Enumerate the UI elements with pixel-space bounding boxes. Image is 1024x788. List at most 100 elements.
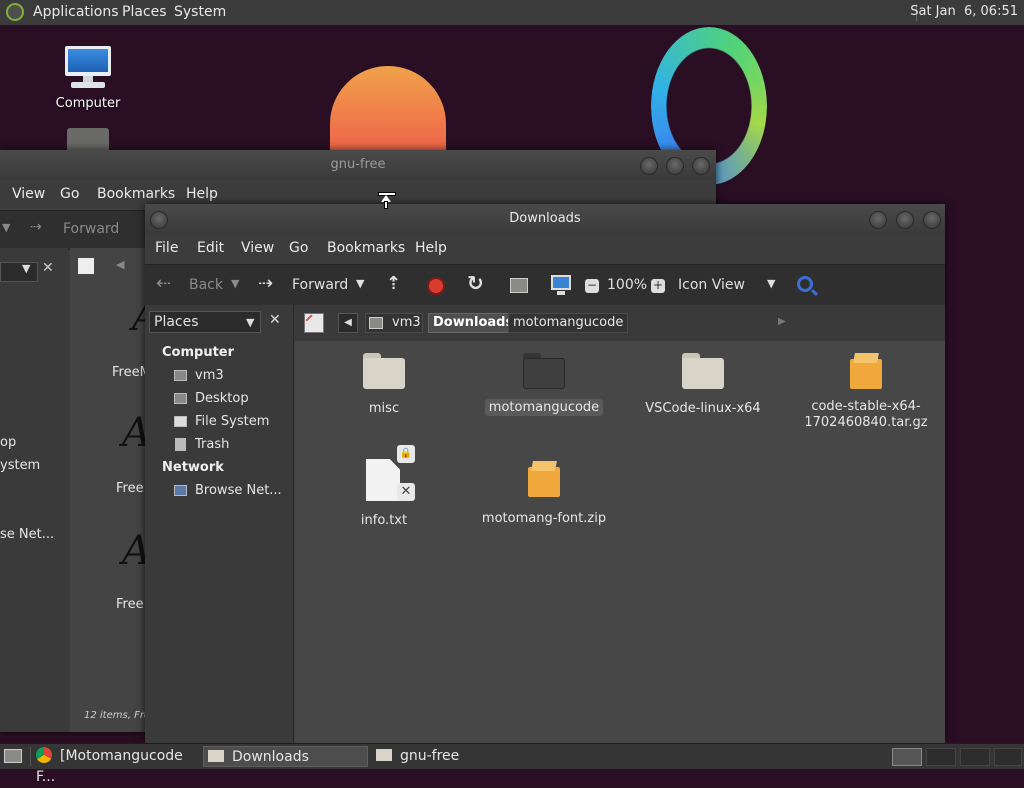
sidebar-item-desktop[interactable]: op <box>0 435 16 450</box>
maximize-button[interactable] <box>666 157 684 175</box>
font-file-label[interactable]: Free <box>116 597 144 612</box>
sidebar-item-browse-network[interactable]: Browse Net... <box>195 483 282 498</box>
zoom-out-icon[interactable]: − <box>585 279 599 293</box>
applications-menu[interactable]: Applications <box>33 4 119 20</box>
chrome-icon <box>36 747 52 763</box>
sidebar-item-trash[interactable]: Trash <box>195 437 229 452</box>
computer-icon[interactable] <box>551 275 571 290</box>
lock-icon: 🔒 <box>397 445 415 463</box>
zoom-in-icon[interactable]: + <box>651 279 665 293</box>
menu-bookmarks[interactable]: Bookmarks <box>97 186 175 202</box>
computer-icon <box>65 46 111 90</box>
menu-go[interactable]: Go <box>60 186 79 202</box>
menu-help[interactable]: Help <box>186 186 218 202</box>
task-downloads[interactable]: Downloads <box>203 746 368 767</box>
sidebar-item-vm3[interactable]: vm3 <box>195 368 224 383</box>
places-selector[interactable] <box>0 262 38 282</box>
task-motomangucode[interactable]: [Motomangucode F... <box>36 746 200 785</box>
titlebar[interactable]: Downloads <box>145 204 945 234</box>
titlebar[interactable]: gnu-free <box>0 150 716 180</box>
close-button[interactable] <box>923 211 941 229</box>
menubar: File Edit View Go Bookmarks Help <box>145 234 945 264</box>
back-button[interactable]: Back <box>189 277 223 293</box>
breadcrumb-left-icon[interactable]: ◀ <box>116 258 124 271</box>
zoom-level[interactable]: 100% <box>607 277 647 293</box>
breadcrumb-motomangucode[interactable]: motomangucode <box>508 313 629 333</box>
task-gnu-free[interactable]: gnu-free <box>372 746 532 767</box>
edit-location-icon[interactable] <box>78 258 94 274</box>
menu-view[interactable]: View <box>241 240 274 256</box>
up-icon[interactable]: ⇡ <box>386 273 401 294</box>
home-icon[interactable] <box>510 278 528 293</box>
forward-arrow-icon[interactable]: ⇢ <box>258 273 273 294</box>
menu-bookmarks[interactable]: Bookmarks <box>327 240 405 256</box>
reload-icon[interactable]: ↻ <box>467 271 484 295</box>
sidebar-item-file-system[interactable]: File System <box>195 414 269 429</box>
places-selector[interactable]: Places ▼ <box>149 311 261 333</box>
back-dropdown-icon[interactable]: ▼ <box>2 221 10 234</box>
desktop-icon-computer[interactable]: Computer <box>50 46 126 111</box>
close-button[interactable] <box>692 157 710 175</box>
clock[interactable]: Sat Jan 6, 06:51 <box>910 4 1018 19</box>
window-title: gnu-free <box>330 157 386 172</box>
window-title: Downloads <box>509 211 581 226</box>
chevron-down-icon: ▼ <box>246 316 255 329</box>
close-pane-icon[interactable]: ✕ <box>42 260 54 276</box>
maximize-button[interactable] <box>896 211 914 229</box>
stop-icon[interactable] <box>427 277 445 295</box>
workspace-4[interactable] <box>994 748 1022 766</box>
status-bar: 12 items, Fre <box>84 710 151 721</box>
show-desktop-icon[interactable] <box>4 749 22 763</box>
forward-button[interactable]: Forward <box>292 277 348 293</box>
menu-file[interactable]: File <box>155 240 178 256</box>
system-menu[interactable]: System <box>174 4 226 20</box>
toolbar: ⇠ Back ▼ ⇢ Forward ▼ ⇡ ↻ − 100% + Icon V… <box>145 264 945 306</box>
top-panel: Applications Places System Sat Jan 6, 06… <box>0 0 1024 26</box>
chevron-down-icon[interactable]: ▼ <box>767 277 775 290</box>
breadcrumb-downloads[interactable]: Downloads <box>428 313 519 333</box>
sidebar-item-browse-network[interactable]: se Net... <box>0 527 54 542</box>
file-item-info-txt[interactable]: info.txt <box>319 459 449 528</box>
distro-logo-icon[interactable] <box>6 3 24 21</box>
folder-icon <box>523 353 565 389</box>
home-folder-icon[interactable] <box>67 128 109 150</box>
workspace-3[interactable] <box>960 748 990 766</box>
close-pane-icon[interactable]: ✕ <box>269 312 281 328</box>
menu-go[interactable]: Go <box>289 240 308 256</box>
chevron-down-icon: ▼ <box>22 262 31 275</box>
file-item-motomang-font-zip[interactable]: motomang-font.zip <box>479 459 609 526</box>
forward-arrow-icon[interactable]: ⇢ <box>30 219 42 235</box>
places-menu[interactable]: Places <box>122 4 167 20</box>
minimize-button[interactable] <box>640 157 658 175</box>
sidebar-item-file-system[interactable]: ystem <box>0 458 40 473</box>
file-item-misc[interactable]: misc <box>319 353 449 416</box>
menu-help[interactable]: Help <box>415 240 447 256</box>
task-label: [Motomangucode F... <box>36 748 183 785</box>
minimize-button[interactable] <box>869 211 887 229</box>
folder-icon <box>376 749 392 761</box>
view-mode-select[interactable]: Icon View <box>678 277 745 293</box>
file-item-motomangucode[interactable]: motomangucode <box>479 353 609 416</box>
search-icon-handle <box>810 288 819 297</box>
edit-location-icon[interactable] <box>304 313 324 333</box>
font-file-label[interactable]: Free <box>116 481 144 496</box>
workspace-2[interactable] <box>926 748 956 766</box>
file-label: motomangucode <box>484 399 604 416</box>
breadcrumb-left-icon[interactable]: ◀ <box>338 313 358 333</box>
archive-icon <box>526 459 562 497</box>
content-area: misc motomangucode VSCode-linux-x64 code… <box>295 341 945 743</box>
file-label: motomang-font.zip <box>481 511 607 526</box>
workspace-1[interactable] <box>892 748 922 766</box>
forward-button[interactable]: Forward <box>63 221 119 237</box>
file-item-code-stable-tarball[interactable]: code-stable-x64- 1702460840.tar.gz <box>798 351 934 431</box>
forward-history-dropdown-icon[interactable]: ▼ <box>356 277 364 290</box>
back-arrow-icon[interactable]: ⇠ <box>156 273 171 294</box>
menu-edit[interactable]: Edit <box>197 240 224 256</box>
folder-icon <box>363 353 405 389</box>
window-downloads[interactable]: Downloads File Edit View Go Bookmarks He… <box>145 204 945 743</box>
back-history-dropdown-icon[interactable]: ▼ <box>231 277 239 290</box>
menu-view[interactable]: View <box>12 186 45 202</box>
file-item-vscode-linux-x64[interactable]: VSCode-linux-x64 <box>638 353 768 416</box>
sidebar-item-desktop[interactable]: Desktop <box>195 391 249 406</box>
breadcrumb-right-icon[interactable]: ▶ <box>778 316 786 327</box>
